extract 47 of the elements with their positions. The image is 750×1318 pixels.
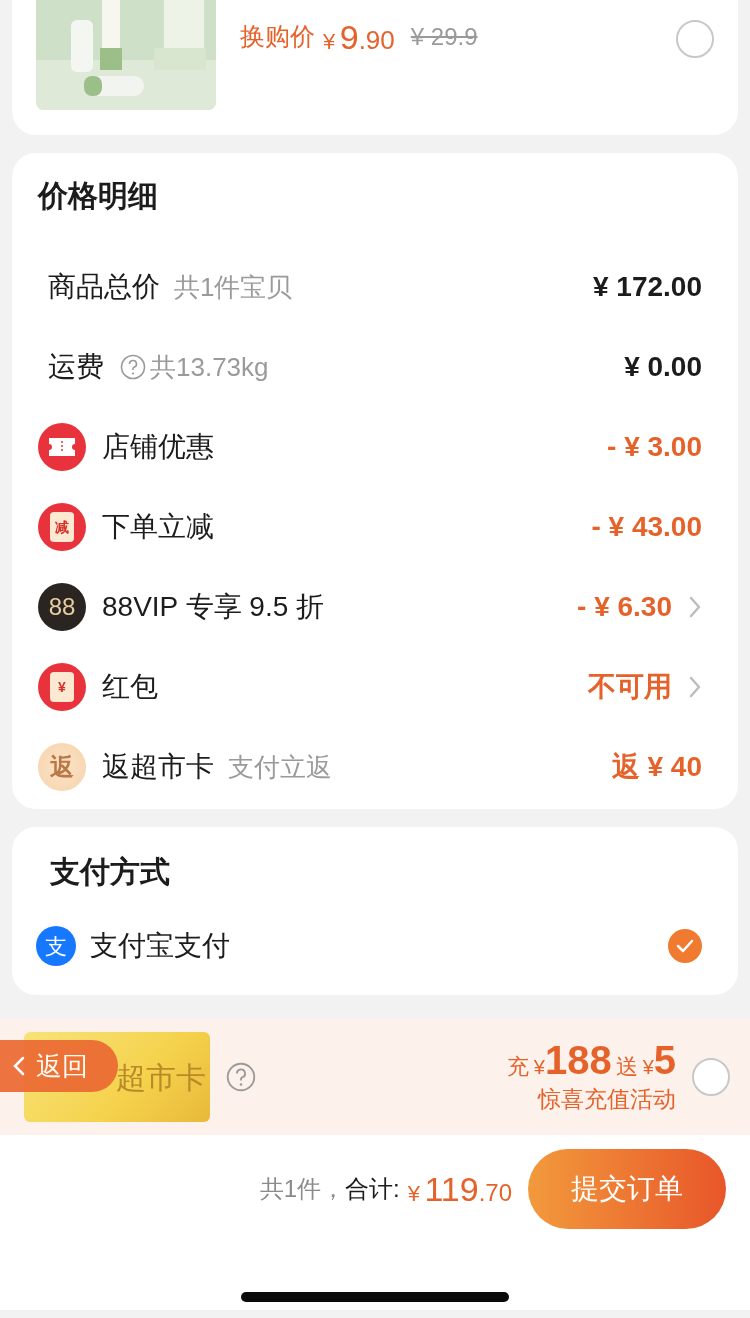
row-label: 运费 — [48, 350, 104, 384]
alipay-icon: 支 — [36, 926, 76, 966]
row-label: 商品总价 — [48, 270, 160, 304]
row-value: 不可用 — [588, 670, 672, 704]
recharge-offer: 充 ¥188 送 ¥5 — [507, 1037, 676, 1082]
row-note: 支付立返 — [228, 750, 332, 784]
section-title: 支付方式 — [49, 854, 171, 890]
row-label: 店铺优惠 — [102, 430, 214, 464]
row-note: 共1件宝贝 — [174, 270, 293, 304]
chevron-icon[interactable] — [688, 595, 702, 619]
row-value: ¥ 0.00 — [624, 350, 702, 384]
payment-method: 支付宝支付 — [90, 929, 230, 963]
card-label: 超市卡 — [116, 1059, 206, 1096]
offer-subtitle: 惊喜充值活动 — [538, 1084, 676, 1114]
row-label: 下单立减 — [102, 510, 214, 544]
radio-button[interactable] — [676, 19, 714, 58]
row-value: - ¥ 43.00 — [591, 510, 702, 544]
row-note: 共13.73kg — [150, 350, 269, 384]
chevron-icon — [12, 1055, 26, 1077]
row-label: 红包 — [102, 670, 158, 704]
section-title: 价格明细 — [38, 178, 159, 214]
total-price: ¥119.70 — [407, 1168, 512, 1210]
price-label: 换购价 — [240, 21, 315, 53]
row-value: 返 ¥ 40 — [611, 750, 702, 784]
row-label: 返超市卡 — [102, 750, 214, 784]
price: ¥9.90 — [323, 16, 395, 58]
row-value: - ¥ 6.30 — [577, 590, 672, 624]
envelope-icon: 减 — [38, 503, 86, 551]
total-label: 合计: — [345, 1174, 400, 1204]
row-value: - ¥ 3.00 — [607, 430, 702, 464]
chevron-icon[interactable] — [688, 675, 702, 699]
check-icon — [676, 939, 694, 953]
item-count: 共1件， — [259, 1174, 346, 1204]
submit-button[interactable]: 提交订单 — [528, 1149, 726, 1229]
rebate-icon: 返 — [38, 743, 86, 791]
original-price: ¥ 29.9 — [410, 22, 478, 52]
envelope-icon: ¥ — [38, 663, 86, 711]
home-indicator[interactable] — [241, 1292, 509, 1302]
radio-button[interactable] — [668, 929, 702, 963]
ticket-icon — [38, 423, 86, 471]
help-icon[interactable] — [226, 1062, 256, 1092]
radio-button[interactable] — [692, 1058, 730, 1096]
vip-icon: 88 — [38, 583, 86, 631]
back-button[interactable]: 返回 — [0, 1040, 118, 1092]
row-label: 88VIP 专享 9.5 折 — [102, 590, 325, 624]
help-icon[interactable] — [120, 354, 146, 380]
row-value: ¥ 172.00 — [593, 270, 702, 304]
